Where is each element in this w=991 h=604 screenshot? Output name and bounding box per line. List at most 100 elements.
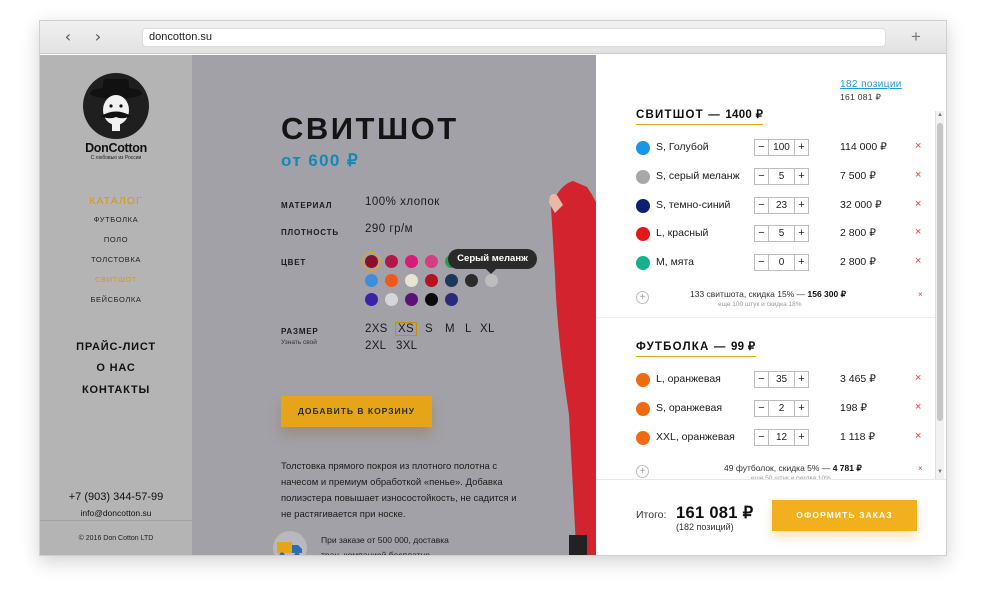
size-option-xl[interactable]: XL — [480, 323, 495, 335]
quantity-stepper[interactable]: −5 + — [754, 225, 809, 243]
size-option-xs[interactable]: XS — [395, 322, 417, 336]
delete-item-icon[interactable]: × — [915, 169, 921, 181]
group-price: 99 ₽ — [730, 341, 756, 353]
forward-icon[interactable]: › — [88, 27, 108, 47]
quantity-input[interactable]: 23 — [768, 197, 795, 213]
color-swatch[interactable] — [445, 293, 458, 306]
model-photo — [549, 181, 596, 555]
delete-item-icon[interactable]: × — [915, 140, 921, 152]
cart-scrollbar-thumb[interactable] — [937, 123, 943, 421]
color-swatch[interactable] — [445, 274, 458, 287]
size-option-3xl[interactable]: 3XL — [396, 340, 417, 352]
cart-item-row: XXL, оранжевая −12 +1 118 ₽ × — [636, 428, 926, 447]
size-option-m[interactable]: M — [445, 323, 455, 335]
decrement-button[interactable]: − — [755, 401, 768, 416]
catalog-item-cap[interactable]: БЕЙСБОЛКА — [40, 295, 192, 304]
quantity-stepper[interactable]: −2 + — [754, 399, 809, 417]
item-label: L, красный — [656, 227, 709, 240]
color-swatch[interactable] — [425, 293, 438, 306]
scroll-up-icon[interactable]: ▲ — [936, 112, 944, 118]
increment-button[interactable]: + — [795, 140, 808, 155]
quantity-input[interactable]: 100 — [768, 140, 795, 155]
quantity-input[interactable]: 35 — [768, 372, 795, 387]
delete-item-icon[interactable]: × — [915, 226, 921, 238]
checkout-button[interactable]: ОФОРМИТЬ ЗАКАЗ — [772, 500, 917, 531]
group-summary-text: 133 свитшота, скидка 15% — — [690, 289, 806, 299]
decrement-button[interactable]: − — [755, 255, 768, 270]
color-swatch[interactable] — [405, 274, 418, 287]
add-to-cart-button[interactable]: ДОБАВИТЬ В КОРЗИНУ — [281, 396, 432, 427]
color-swatch[interactable] — [365, 255, 378, 268]
logo[interactable]: DonCotton С любовью из России — [80, 73, 152, 167]
quantity-stepper[interactable]: −23 + — [754, 196, 809, 214]
product-price: от 600 ₽ — [281, 151, 360, 170]
back-icon[interactable]: ‹ — [58, 27, 78, 47]
color-swatch[interactable] — [385, 274, 398, 287]
nav-about[interactable]: О НАС — [40, 362, 192, 374]
color-swatch[interactable] — [405, 255, 418, 268]
quantity-input[interactable]: 5 — [768, 168, 795, 184]
add-variant-icon[interactable]: + — [636, 291, 649, 304]
color-swatch[interactable] — [385, 255, 398, 268]
decrement-button[interactable]: − — [755, 430, 768, 445]
color-swatch[interactable] — [365, 274, 378, 287]
increment-button[interactable]: + — [795, 226, 808, 241]
address-bar[interactable]: doncotton.su — [142, 28, 886, 47]
cart-positions-link[interactable]: 182 позиции — [840, 79, 902, 90]
delete-item-icon[interactable]: × — [915, 198, 921, 210]
increment-button[interactable]: + — [795, 198, 808, 213]
quantity-input[interactable]: 2 — [768, 400, 795, 416]
increment-button[interactable]: + — [795, 169, 808, 184]
catalog-item-tshirt[interactable]: ФУТБОЛКА — [40, 215, 192, 224]
color-swatch[interactable] — [465, 274, 478, 287]
quantity-input[interactable]: 5 — [768, 226, 795, 242]
delete-item-icon[interactable]: × — [915, 430, 921, 442]
add-variant-icon[interactable]: + — [636, 465, 649, 479]
increment-button[interactable]: + — [795, 255, 808, 270]
increment-button[interactable]: + — [795, 401, 808, 416]
size-option-l[interactable]: L — [465, 323, 472, 335]
delete-group-icon[interactable]: × — [918, 464, 923, 473]
color-swatch[interactable] — [485, 274, 498, 287]
email-link[interactable]: info@doncotton.su — [40, 508, 192, 518]
decrement-button[interactable]: − — [755, 198, 768, 213]
quantity-input[interactable]: 12 — [768, 429, 795, 445]
item-label: S, серый меланж — [656, 169, 740, 182]
quantity-stepper[interactable]: −12 + — [754, 428, 809, 446]
scroll-down-icon[interactable]: ▼ — [936, 469, 944, 475]
phone-number[interactable]: +7 (903) 344-57-99 — [40, 491, 192, 503]
delete-item-icon[interactable]: × — [915, 372, 921, 384]
delete-item-icon[interactable]: × — [915, 401, 921, 413]
item-color-dot — [636, 373, 650, 387]
increment-button[interactable]: + — [795, 430, 808, 445]
new-tab-icon[interactable]: + — [906, 26, 926, 48]
increment-button[interactable]: + — [795, 372, 808, 387]
color-swatch[interactable] — [385, 293, 398, 306]
delete-group-icon[interactable]: × — [918, 290, 923, 299]
quantity-input[interactable]: 0 — [768, 255, 795, 271]
catalog-item-hoodie[interactable]: ТОЛСТОВКА — [40, 255, 192, 264]
quantity-stepper[interactable]: −5 + — [754, 167, 809, 185]
decrement-button[interactable]: − — [755, 140, 768, 155]
decrement-button[interactable]: − — [755, 226, 768, 241]
size-option-s[interactable]: S — [425, 323, 433, 335]
quantity-stepper[interactable]: −0 + — [754, 254, 809, 272]
catalog-item-sweatshirt[interactable]: СВИТШОТ — [40, 275, 192, 284]
quantity-stepper[interactable]: −100 + — [754, 139, 809, 156]
color-swatch[interactable] — [425, 255, 438, 268]
decrement-button[interactable]: − — [755, 372, 768, 387]
decrement-button[interactable]: − — [755, 169, 768, 184]
color-swatch[interactable] — [405, 293, 418, 306]
color-swatch[interactable] — [425, 274, 438, 287]
color-swatch[interactable] — [365, 293, 378, 306]
catalog-heading[interactable]: КАТАЛОГ — [40, 195, 192, 207]
size-option-2xs[interactable]: 2XS — [365, 323, 388, 335]
page: DonCotton С любовью из России КАТАЛОГ ФУ… — [40, 55, 946, 555]
catalog-item-polo[interactable]: ПОЛО — [40, 235, 192, 244]
delete-item-icon[interactable]: × — [915, 255, 921, 267]
quantity-stepper[interactable]: −35 + — [754, 371, 809, 388]
nav-price-list[interactable]: ПРАЙС-ЛИСТ — [40, 341, 192, 353]
size-guide-link[interactable]: Узнать свой — [281, 339, 317, 346]
nav-contacts[interactable]: КОНТАКТЫ — [40, 384, 192, 396]
size-option-2xl[interactable]: 2XL — [365, 340, 386, 352]
